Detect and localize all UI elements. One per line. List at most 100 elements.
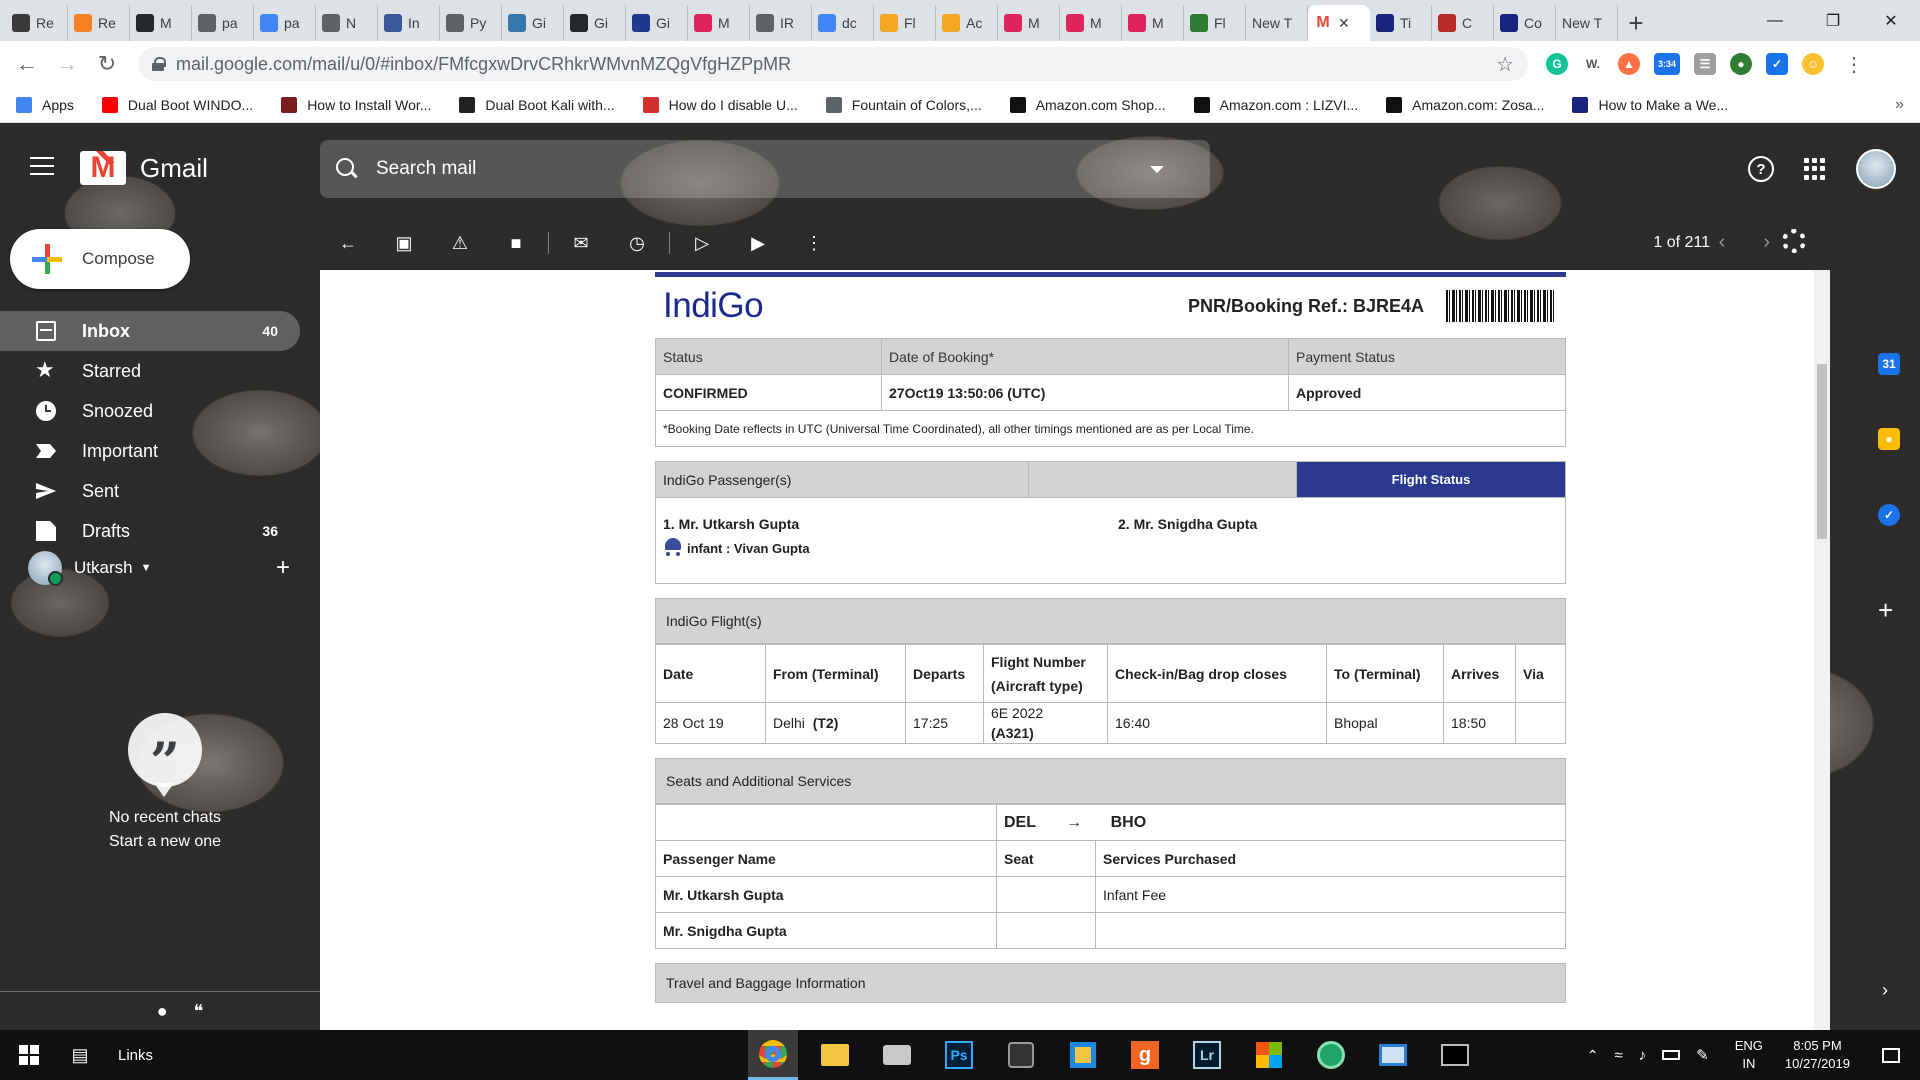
volume-icon[interactable]: ♪: [1639, 1047, 1647, 1064]
windows-start-icon[interactable]: [0, 1030, 58, 1080]
browser-tab[interactable]: Gi: [502, 5, 564, 41]
new-tab-button[interactable]: +: [1618, 5, 1654, 41]
terminal-icon[interactable]: [1430, 1030, 1480, 1080]
bookmark-item[interactable]: Apps: [16, 96, 74, 113]
bookmark-item[interactable]: Amazon.com : LIZVI...: [1193, 96, 1358, 113]
browser-tab[interactable]: Re: [6, 5, 68, 41]
green-app-icon[interactable]: [1306, 1030, 1356, 1080]
back-button[interactable]: ←: [10, 47, 44, 81]
browser-tab[interactable]: M ✕: [1308, 5, 1370, 41]
nav-snoozed[interactable]: Snoozed: [0, 391, 300, 431]
browser-tab[interactable]: Fl: [1184, 5, 1246, 41]
file-explorer-icon[interactable]: [810, 1030, 860, 1080]
user-name[interactable]: Utkarsh: [74, 558, 133, 578]
pen-icon[interactable]: ✎: [1696, 1046, 1709, 1064]
browser-tab[interactable]: pa: [254, 5, 316, 41]
report-spam-icon[interactable]: ⚠: [432, 223, 488, 263]
search-icon[interactable]: [336, 158, 358, 180]
url-text[interactable]: mail.google.com/mail/u/0/#inbox/FMfcgxwD…: [176, 54, 1484, 75]
clock[interactable]: 8:05 PM 10/27/2019: [1785, 1037, 1850, 1073]
reload-button[interactable]: ↻: [90, 47, 124, 81]
links-toolbar[interactable]: Links: [118, 1047, 153, 1064]
nav-drafts[interactable]: Drafts 36: [0, 511, 300, 551]
forward-button[interactable]: →: [50, 47, 84, 81]
earth-extension-icon[interactable]: ●: [1730, 53, 1752, 75]
shield-extension-icon[interactable]: ✓: [1766, 53, 1788, 75]
add-contact-icon[interactable]: +: [276, 554, 290, 582]
tasks-icon[interactable]: ✓: [1878, 504, 1900, 526]
hangouts-icon[interactable]: ❝: [194, 1001, 204, 1022]
bookmark-item[interactable]: How to Make a We...: [1572, 96, 1728, 113]
bookmark-item[interactable]: Amazon.com: Zosa...: [1386, 96, 1544, 113]
remote-desktop-icon[interactable]: [1368, 1030, 1418, 1080]
notifications-icon[interactable]: [1882, 1047, 1900, 1063]
timer-extension-icon[interactable]: 3:34: [1654, 53, 1680, 75]
calendar-icon[interactable]: 31: [1878, 353, 1900, 375]
browser-tab[interactable]: IR: [750, 5, 812, 41]
browser-tab[interactable]: Py: [440, 5, 502, 41]
newer-icon[interactable]: ‹: [1719, 231, 1726, 254]
show-hidden-icons[interactable]: ⌃: [1587, 1047, 1599, 1064]
keep-icon[interactable]: ●: [1878, 428, 1900, 450]
task-view-icon[interactable]: ▤: [58, 1030, 102, 1080]
delete-icon[interactable]: ■: [488, 223, 544, 263]
nav-starred[interactable]: Starred: [0, 351, 300, 391]
browser-tab[interactable]: M: [688, 5, 750, 41]
move-to-icon[interactable]: ▷: [674, 223, 730, 263]
apps-grid-icon[interactable]: [1804, 158, 1826, 180]
w-extension-icon[interactable]: W.: [1582, 53, 1604, 75]
browser-tab[interactable]: Re: [68, 5, 130, 41]
browser-tab[interactable]: In: [378, 5, 440, 41]
browser-tab[interactable]: dc: [812, 5, 874, 41]
language-indicator[interactable]: ENG IN: [1735, 1037, 1763, 1073]
bookmark-star-icon[interactable]: ☆: [1496, 52, 1514, 77]
person-icon[interactable]: ●: [157, 1001, 168, 1022]
snooze-icon[interactable]: ◷: [609, 223, 665, 263]
bookmark-item[interactable]: Amazon.com Shop...: [1009, 96, 1166, 113]
chrome-menu-icon[interactable]: ⋮: [1844, 52, 1864, 77]
browser-tab[interactable]: Ti: [1370, 5, 1432, 41]
bookmark-item[interactable]: Fountain of Colors,...: [825, 96, 982, 113]
bookmark-item[interactable]: How to Install Wor...: [281, 96, 431, 113]
more-options-icon[interactable]: ⋮: [786, 223, 842, 263]
scroll-thumb[interactable]: [1817, 364, 1827, 539]
archive-icon[interactable]: ▣: [376, 223, 432, 263]
browser-tab[interactable]: Co: [1494, 5, 1556, 41]
bookmark-item[interactable]: Dual Boot Kali with...: [459, 96, 615, 113]
vector-app-icon[interactable]: [996, 1030, 1046, 1080]
browser-tab[interactable]: New T: [1246, 5, 1308, 41]
bookmarks-overflow-icon[interactable]: »: [1895, 96, 1904, 114]
grammarly-app-icon[interactable]: g: [1120, 1030, 1170, 1080]
address-bar[interactable]: mail.google.com/mail/u/0/#inbox/FMfcgxwD…: [138, 47, 1528, 81]
help-icon[interactable]: ?: [1748, 156, 1774, 182]
message-scrollbar[interactable]: [1814, 270, 1830, 1030]
hide-panel-icon[interactable]: ›: [1882, 980, 1888, 1001]
start-chat-link[interactable]: Start a new one: [0, 833, 330, 851]
browser-tab[interactable]: N: [316, 5, 378, 41]
browser-tab[interactable]: C: [1432, 5, 1494, 41]
browser-tab[interactable]: Ac: [936, 5, 998, 41]
close-window-button[interactable]: ✕: [1862, 0, 1920, 41]
main-menu-icon[interactable]: [30, 157, 54, 175]
photoshop-icon[interactable]: Ps: [934, 1030, 984, 1080]
mark-unread-icon[interactable]: ✉: [553, 223, 609, 263]
nav-sent[interactable]: Sent: [0, 471, 300, 511]
back-to-inbox-icon[interactable]: ←: [320, 223, 376, 263]
printer-app-icon[interactable]: [872, 1030, 922, 1080]
compose-button[interactable]: Compose: [10, 229, 190, 289]
office-icon[interactable]: [1244, 1030, 1294, 1080]
get-addons-icon[interactable]: +: [1878, 595, 1893, 626]
nav-important[interactable]: Important: [0, 431, 300, 471]
minimize-button[interactable]: —: [1746, 0, 1804, 41]
chrome-icon[interactable]: [748, 1030, 798, 1080]
wifi-icon[interactable]: ≈: [1614, 1047, 1622, 1064]
profile-emoji-icon[interactable]: ☺: [1802, 53, 1824, 75]
gmail-logo[interactable]: Gmail: [80, 151, 208, 185]
flight-status-button[interactable]: Flight Status: [1296, 461, 1566, 498]
browser-tab[interactable]: New T: [1556, 5, 1618, 41]
search-options-icon[interactable]: [1150, 165, 1164, 173]
browser-tab[interactable]: Fl: [874, 5, 936, 41]
nav-inbox[interactable]: Inbox 40: [0, 311, 300, 351]
fire-extension-icon[interactable]: ▲: [1618, 53, 1640, 75]
translate-extension-icon[interactable]: ☰: [1694, 53, 1716, 75]
